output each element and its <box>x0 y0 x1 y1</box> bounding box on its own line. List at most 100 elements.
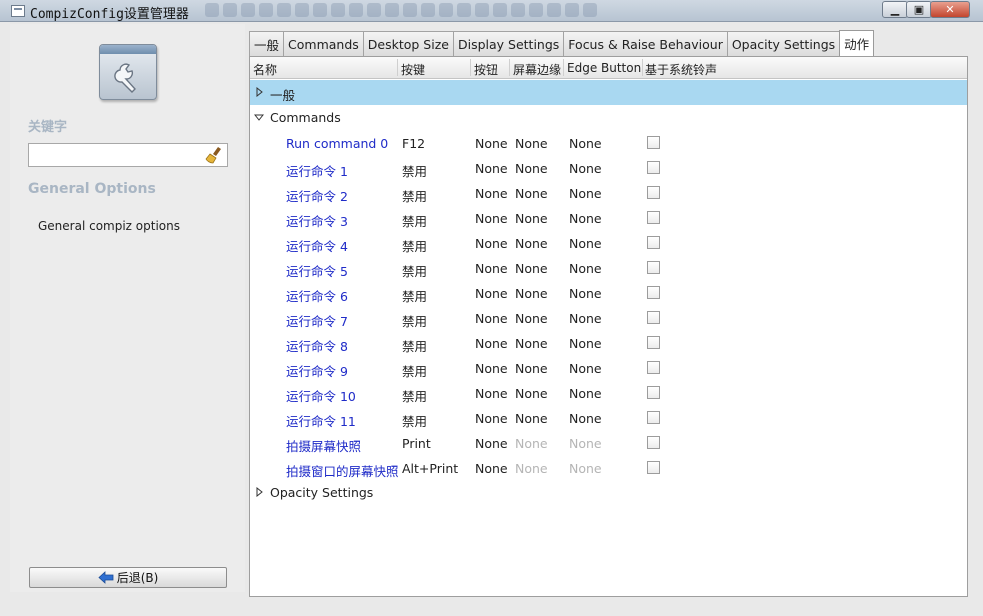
row-key-binding[interactable]: 禁用 <box>402 286 427 305</box>
row-button-binding[interactable]: None <box>475 136 508 151</box>
title-bar[interactable]: CompizConfig设置管理器 ▁ ▣ ✕ <box>0 0 983 22</box>
row-edge-binding[interactable]: None <box>515 211 548 226</box>
table-row[interactable]: 运行命令 6 禁用 None None None <box>250 280 967 305</box>
row-button-binding[interactable]: None <box>475 386 508 401</box>
row-key-binding[interactable]: 禁用 <box>402 211 427 230</box>
row-button-binding[interactable]: None <box>475 411 508 426</box>
column-header-bell[interactable]: 基于系统铃声 <box>645 61 717 78</box>
back-button[interactable]: 后退(B) <box>29 567 227 588</box>
row-edge-binding[interactable]: None <box>515 361 548 376</box>
group-row-commands[interactable]: Commands <box>250 105 967 130</box>
row-edge-button-binding[interactable]: None <box>569 336 602 351</box>
tab-commands[interactable]: Commands <box>283 31 364 56</box>
column-header-edge-button[interactable]: Edge Button <box>567 61 641 75</box>
table-row[interactable]: 运行命令 2 禁用 None None None <box>250 180 967 205</box>
row-edge-binding[interactable]: None <box>515 311 548 326</box>
maximize-button[interactable]: ▣ <box>906 1 932 18</box>
row-edge-button-binding[interactable]: None <box>569 311 602 326</box>
row-button-binding[interactable]: None <box>475 161 508 176</box>
row-button-binding[interactable]: None <box>475 336 508 351</box>
tab-display-settings[interactable]: Display Settings <box>452 31 565 56</box>
column-header-name[interactable]: 名称 <box>253 61 277 78</box>
row-button-binding[interactable]: None <box>475 236 508 251</box>
row-bell-checkbox[interactable] <box>647 336 660 349</box>
row-edge-button-binding[interactable]: None <box>569 261 602 276</box>
clear-search-button[interactable] <box>205 146 225 164</box>
table-row[interactable]: 运行命令 3 禁用 None None None <box>250 205 967 230</box>
expander-collapsed-icon[interactable] <box>254 487 264 497</box>
row-edge-binding[interactable]: None <box>515 286 548 301</box>
row-edge-button-binding[interactable]: None <box>569 211 602 226</box>
row-edge-binding[interactable]: None <box>515 461 548 476</box>
table-row[interactable]: 运行命令 11 禁用 None None None <box>250 405 967 430</box>
row-edge-button-binding[interactable]: None <box>569 361 602 376</box>
row-key-binding[interactable]: 禁用 <box>402 361 427 380</box>
row-bell-checkbox[interactable] <box>647 211 660 224</box>
row-key-binding[interactable]: 禁用 <box>402 311 427 330</box>
column-header-key[interactable]: 按键 <box>401 61 425 78</box>
row-bell-checkbox[interactable] <box>647 286 660 299</box>
row-edge-binding[interactable]: None <box>515 336 548 351</box>
row-edge-button-binding[interactable]: None <box>569 236 602 251</box>
row-edge-button-binding[interactable]: None <box>569 386 602 401</box>
row-bell-checkbox[interactable] <box>647 186 660 199</box>
row-bell-checkbox[interactable] <box>647 261 660 274</box>
group-row-general[interactable]: 一般 <box>250 80 967 105</box>
column-header-edge[interactable]: 屏幕边缘 <box>513 61 561 78</box>
row-bell-checkbox[interactable] <box>647 311 660 324</box>
row-button-binding[interactable]: None <box>475 436 508 451</box>
section-item-general[interactable]: General compiz options <box>38 219 180 233</box>
expander-expanded-icon[interactable] <box>254 112 264 122</box>
row-edge-button-binding[interactable]: None <box>569 286 602 301</box>
search-input[interactable] <box>28 143 228 167</box>
row-button-binding[interactable]: None <box>475 461 508 476</box>
table-row[interactable]: 运行命令 8 禁用 None None None <box>250 330 967 355</box>
row-key-binding[interactable]: 禁用 <box>402 236 427 255</box>
row-edge-binding[interactable]: None <box>515 261 548 276</box>
row-bell-checkbox[interactable] <box>647 461 660 474</box>
table-row[interactable]: 运行命令 1 禁用 None None None <box>250 155 967 180</box>
row-edge-binding[interactable]: None <box>515 186 548 201</box>
tab-general[interactable]: 一般 <box>249 31 285 56</box>
group-row-opacity-settings[interactable]: Opacity Settings <box>250 480 967 505</box>
row-button-binding[interactable]: None <box>475 286 508 301</box>
row-button-binding[interactable]: None <box>475 361 508 376</box>
column-header-button[interactable]: 按钮 <box>474 61 498 78</box>
row-key-binding[interactable]: F12 <box>402 136 425 151</box>
row-key-binding[interactable]: 禁用 <box>402 261 427 280</box>
row-key-binding[interactable]: 禁用 <box>402 161 427 180</box>
row-edge-button-binding[interactable]: None <box>569 186 602 201</box>
row-button-binding[interactable]: None <box>475 261 508 276</box>
row-edge-binding[interactable]: None <box>515 236 548 251</box>
row-bell-checkbox[interactable] <box>647 436 660 449</box>
close-button[interactable]: ✕ <box>930 1 970 18</box>
table-row[interactable]: 运行命令 9 禁用 None None None <box>250 355 967 380</box>
row-edge-button-binding[interactable]: None <box>569 161 602 176</box>
table-row[interactable]: 拍摄屏幕快照 Print None None None <box>250 430 967 455</box>
row-bell-checkbox[interactable] <box>647 386 660 399</box>
row-key-binding[interactable]: Print <box>402 436 431 451</box>
row-bell-checkbox[interactable] <box>647 161 660 174</box>
row-key-binding[interactable]: 禁用 <box>402 186 427 205</box>
table-row[interactable]: 运行命令 4 禁用 None None None <box>250 230 967 255</box>
row-button-binding[interactable]: None <box>475 186 508 201</box>
table-row[interactable]: 运行命令 10 禁用 None None None <box>250 380 967 405</box>
minimize-button[interactable]: ▁ <box>882 1 908 18</box>
row-button-binding[interactable]: None <box>475 211 508 226</box>
row-bell-checkbox[interactable] <box>647 411 660 424</box>
row-edge-binding[interactable]: None <box>515 136 548 151</box>
tab-opacity-settings[interactable]: Opacity Settings <box>726 31 841 56</box>
row-edge-binding[interactable]: None <box>515 436 548 451</box>
row-edge-binding[interactable]: None <box>515 411 548 426</box>
table-row[interactable]: 运行命令 7 禁用 None None None <box>250 305 967 330</box>
row-key-binding[interactable]: Alt+Print <box>402 461 458 476</box>
tab-desktop-size[interactable]: Desktop Size <box>362 31 454 56</box>
row-edge-binding[interactable]: None <box>515 161 548 176</box>
row-button-binding[interactable]: None <box>475 311 508 326</box>
row-key-binding[interactable]: 禁用 <box>402 386 427 405</box>
table-row[interactable]: 拍摄窗口的屏幕快照 Alt+Print None None None <box>250 455 967 480</box>
table-row[interactable]: 运行命令 5 禁用 None None None <box>250 255 967 280</box>
row-edge-button-binding[interactable]: None <box>569 136 602 151</box>
row-bell-checkbox[interactable] <box>647 236 660 249</box>
row-bell-checkbox[interactable] <box>647 136 660 149</box>
